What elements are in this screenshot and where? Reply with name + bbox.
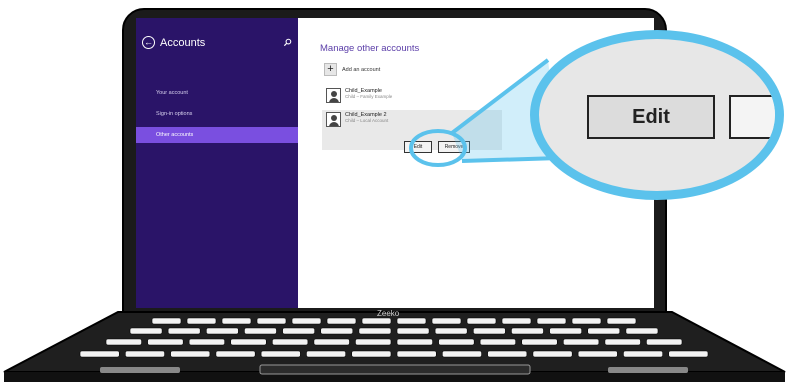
- keyboard-key: [105, 338, 142, 346]
- keyboard-key: [438, 338, 475, 346]
- keyboard-key: [351, 350, 392, 358]
- keyboard-key: [320, 327, 354, 335]
- keyboard-key: [313, 338, 350, 346]
- keyboard-key: [396, 317, 427, 325]
- keyboard-key: [577, 350, 618, 358]
- keyboard-key: [434, 327, 468, 335]
- keyboard-key: [396, 338, 433, 346]
- keyboard-key: [206, 327, 239, 335]
- keyboard-key: [536, 317, 567, 325]
- keyboard-key: [549, 327, 582, 335]
- keyboard-key: [167, 327, 201, 335]
- keyboard-key: [188, 338, 226, 346]
- keyboard-key: [291, 317, 322, 325]
- keyboard-key: [396, 350, 437, 358]
- keyboard-key: [170, 350, 211, 358]
- keyboard-key: [466, 317, 497, 325]
- keyboard-key: [221, 317, 252, 325]
- keyboard-key: [623, 350, 664, 358]
- keyboard-key: [521, 338, 558, 346]
- brand-logo: Zeeko: [377, 309, 400, 318]
- keyboard-key: [479, 338, 517, 346]
- laptop-keyboard: [3, 311, 786, 382]
- keyboard-key: [326, 317, 357, 325]
- keyboard-key: [441, 350, 482, 358]
- keyboard-key: [396, 327, 430, 335]
- keyboard-key: [487, 350, 528, 358]
- keyboard-key: [282, 327, 316, 335]
- keyboard-key: [625, 327, 659, 335]
- keyboard-key: [668, 350, 709, 358]
- keyboard-key: [606, 317, 637, 325]
- keyboard-key: [215, 350, 256, 358]
- keyboard-key: [431, 317, 462, 325]
- keyboard-key: [271, 338, 309, 346]
- keyboard-key: [355, 338, 392, 346]
- keyboard-key: [244, 327, 277, 335]
- keyboard-key: [587, 327, 621, 335]
- keyboard-key: [260, 350, 301, 358]
- keyboard-key: [256, 317, 287, 325]
- keyboard-key: [129, 327, 163, 335]
- keyboard-key: [230, 338, 267, 346]
- keyboard-key: [361, 317, 392, 325]
- keyboard-key: [604, 338, 641, 346]
- keyboard-key: [186, 317, 217, 325]
- keyboard-key: [358, 327, 392, 335]
- keyboard-key: [125, 350, 165, 358]
- keyboard-key: [511, 327, 544, 335]
- keyboard-key: [147, 338, 184, 346]
- keyboard-key: [306, 350, 346, 358]
- keyboard-key: [472, 327, 506, 335]
- keyboard-key: [79, 350, 120, 358]
- keyboard-key: [571, 317, 602, 325]
- keyboard-key: [532, 350, 573, 358]
- keyboard-key: [646, 338, 683, 346]
- keyboard-key: [501, 317, 532, 325]
- keyboard-key: [151, 317, 182, 325]
- keyboard-key: [562, 338, 600, 346]
